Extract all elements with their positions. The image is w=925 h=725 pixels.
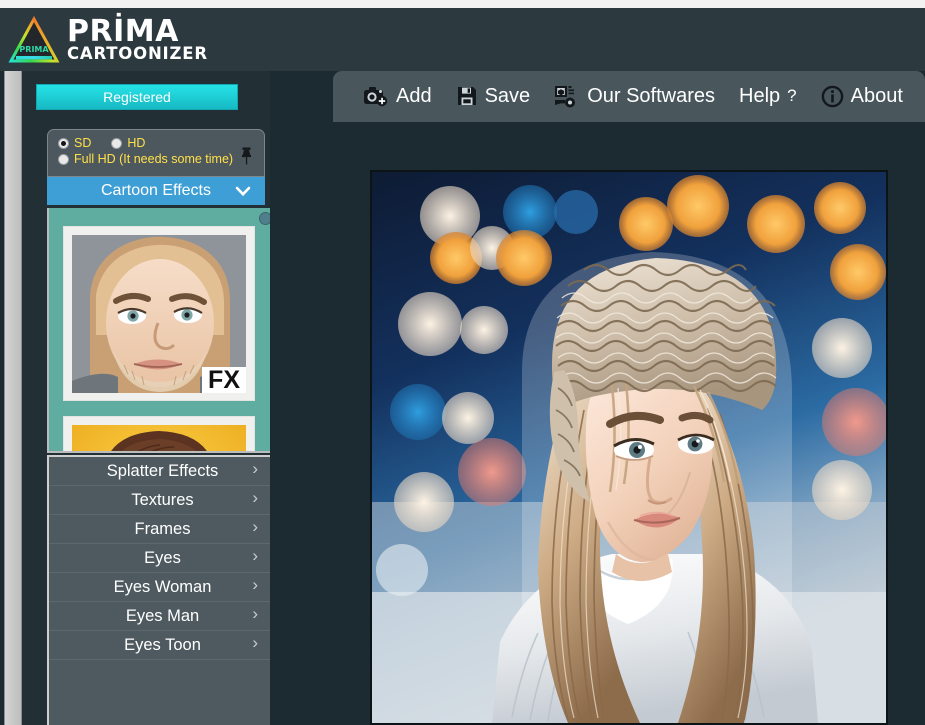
radio-option-hd[interactable]: HD — [111, 136, 145, 150]
radio-option-sd[interactable]: SD — [58, 136, 91, 150]
question-mark-icon: ? — [787, 86, 797, 105]
radio-dot-hd[interactable] — [111, 137, 123, 149]
chevron-down-icon[interactable] — [233, 182, 253, 205]
category-label: Splatter Effects — [106, 461, 219, 480]
menu-item-save-label: Save — [484, 84, 531, 107]
left-scrollbar-thumb[interactable] — [5, 71, 21, 725]
menu-item-add[interactable]: Add — [351, 83, 444, 110]
cartoon-effect-preview-2[interactable] — [63, 416, 255, 451]
menu-item-add-label: Add — [396, 84, 432, 107]
pin-icon[interactable] — [239, 146, 254, 171]
left-scrollbar[interactable] — [4, 71, 22, 725]
registered-button[interactable]: Registered — [36, 84, 238, 110]
category-item-eyes-woman[interactable]: Eyes Woman › — [49, 573, 276, 602]
preview-image-1: FX — [72, 235, 246, 393]
chevron-right-icon[interactable]: › — [252, 546, 258, 566]
main-canvas-area — [270, 122, 925, 725]
chevron-right-icon[interactable]: › — [252, 459, 258, 479]
quality-options-panel: SD HD Full HD (It needs some time) — [47, 129, 265, 177]
radio-dot-fullhd[interactable] — [58, 153, 69, 165]
cartoon-effects-label: Cartoon Effects — [101, 182, 211, 199]
radio-dot-sd[interactable] — [58, 137, 69, 149]
category-label: Eyes Woman — [113, 577, 212, 596]
category-label: Eyes — [144, 548, 181, 567]
category-item-splatter-effects[interactable]: Splatter Effects › — [49, 457, 276, 486]
cartoon-effect-preview-1[interactable]: FX — [63, 226, 255, 401]
chevron-right-icon[interactable]: › — [252, 488, 258, 508]
radio-label-fullhd: Full HD (It needs some time) — [74, 152, 234, 166]
chevron-right-icon[interactable]: › — [252, 604, 258, 624]
menu-item-our-softwares-label: Our Softwares — [587, 84, 716, 107]
camera-add-icon — [363, 85, 389, 107]
category-item-eyes-toon[interactable]: Eyes Toon › — [49, 631, 276, 660]
app-logo-text: PRİMA CARTOONIZER — [67, 13, 208, 63]
menu-item-help[interactable]: Help ? — [727, 83, 809, 110]
menu-item-about-label: About — [850, 84, 903, 107]
category-item-frames[interactable]: Frames › — [49, 515, 276, 544]
cartoon-effects-thumbnail-panel[interactable]: FX — [47, 208, 278, 453]
category-label: Textures — [131, 490, 194, 509]
cartoon-effects-header[interactable]: Cartoon Effects — [47, 177, 265, 205]
app-header: PRIMA PRİMA CARTOONIZER — [0, 8, 925, 71]
menu-item-our-softwares[interactable]: Our Softwares — [542, 83, 727, 110]
window-top-strip — [0, 0, 925, 8]
cartoonized-photo[interactable] — [370, 170, 888, 725]
category-label: Eyes Toon — [124, 635, 201, 654]
category-label: Frames — [134, 519, 191, 538]
chevron-right-icon[interactable]: › — [252, 633, 258, 653]
floppy-disk-icon — [456, 85, 478, 107]
radio-option-fullhd[interactable]: Full HD (It needs some time) — [58, 152, 233, 166]
prima-triangle-logo-icon: PRIMA — [8, 15, 60, 65]
chevron-right-icon[interactable]: › — [252, 575, 258, 595]
radio-label-sd: SD — [74, 136, 92, 150]
category-label: Eyes Man — [125, 606, 200, 625]
quality-row-top: SD HD — [58, 136, 256, 150]
info-circle-icon — [821, 85, 844, 108]
fx-badge: FX — [202, 366, 246, 393]
menu-item-help-label: Help — [739, 84, 781, 107]
logo-secondary-text: CARTOONIZER — [67, 43, 208, 63]
radio-label-hd: HD — [127, 136, 146, 150]
menu-item-about[interactable]: About — [809, 83, 915, 110]
chevron-right-icon[interactable]: › — [252, 517, 258, 537]
category-item-textures[interactable]: Textures › — [49, 486, 276, 515]
quality-row-bottom: Full HD (It needs some time) — [58, 152, 256, 166]
svg-text:PRIMA: PRIMA — [19, 45, 49, 54]
effect-category-list: Splatter Effects › Textures › Frames › E… — [47, 455, 278, 725]
preview-image-2 — [72, 425, 246, 451]
menu-item-save[interactable]: Save — [444, 83, 543, 110]
category-item-eyes-man[interactable]: Eyes Man › — [49, 602, 276, 631]
left-sidebar: Registered SD HD Full HD (It needs some … — [22, 71, 278, 725]
category-item-eyes[interactable]: Eyes › — [49, 544, 276, 573]
app-logo: PRIMA PRİMA CARTOONIZER — [0, 15, 208, 65]
menu-tabbar: Add Save Our Softwares Help ? About — [333, 71, 925, 121]
software-box-icon — [554, 85, 580, 108]
logo-primary-text: PRİMA — [67, 13, 179, 49]
